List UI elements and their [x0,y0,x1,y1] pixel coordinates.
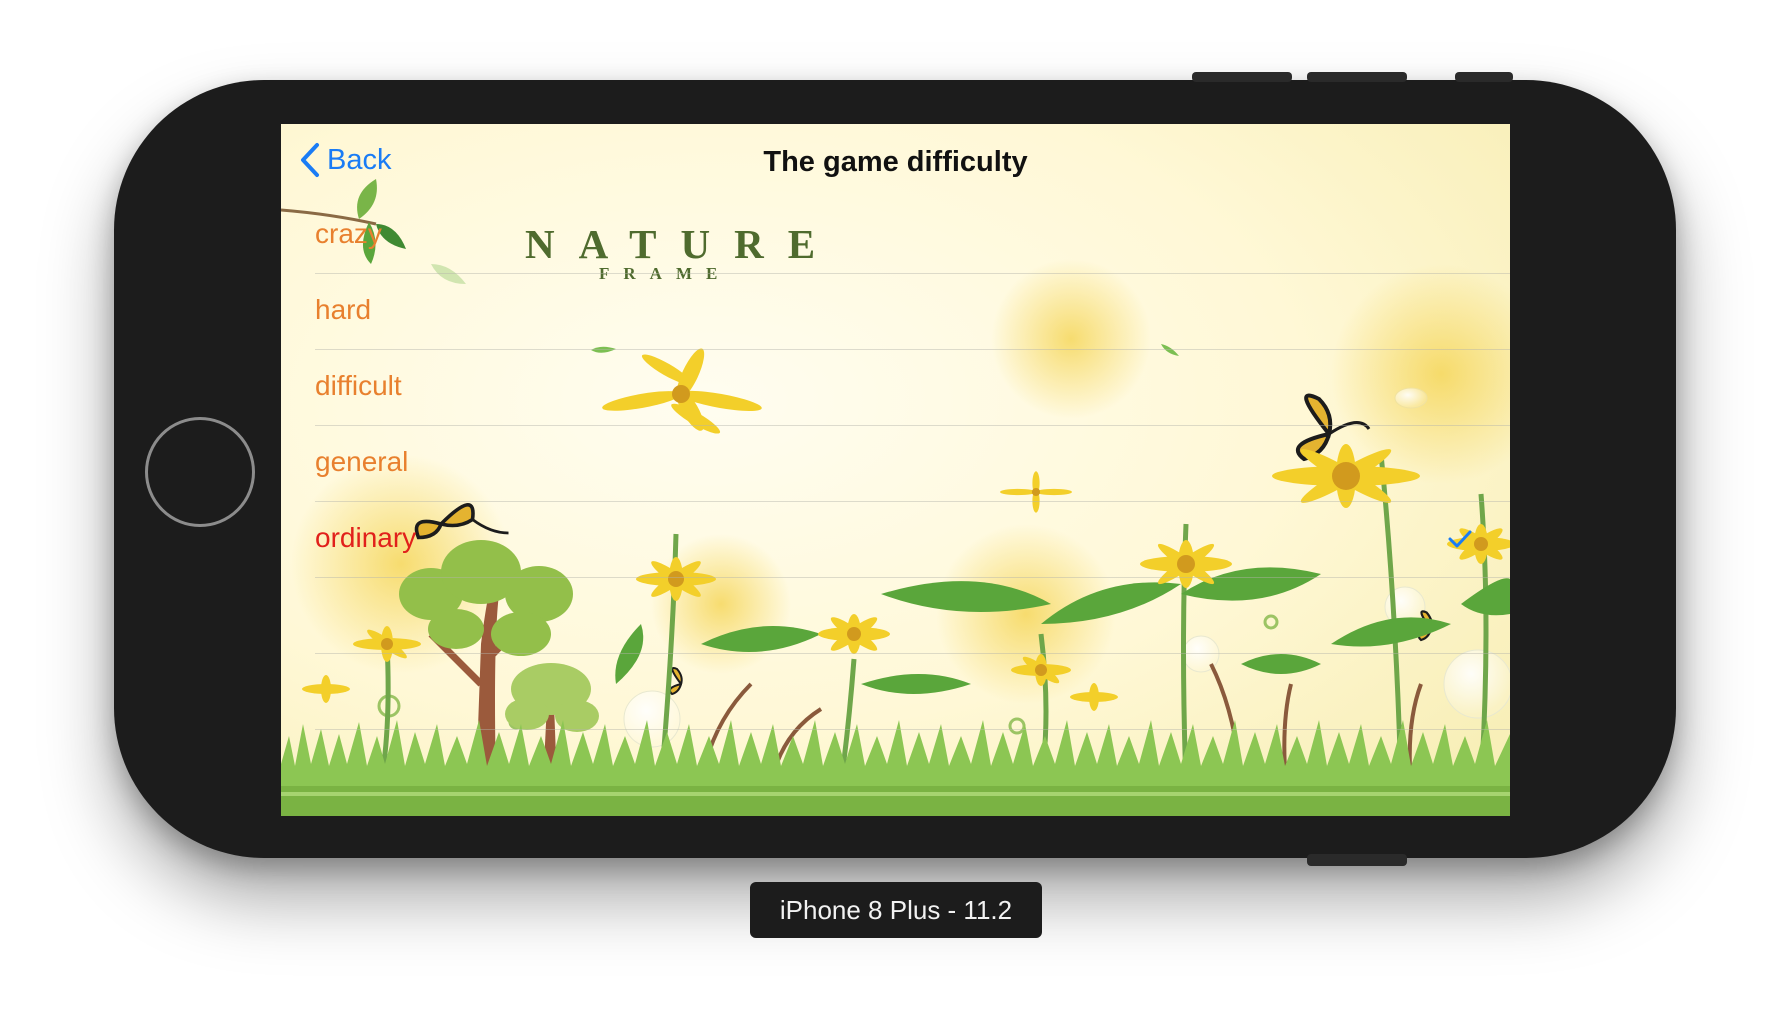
difficulty-table: crazy hard difficult general ordinary [281,198,1510,730]
checkmark-icon [1448,530,1472,548]
mute-switch [1455,72,1513,82]
difficulty-label: general [315,446,409,477]
simulator-device-caption: iPhone 8 Plus - 11.2 [750,882,1042,938]
empty-row [315,654,1510,730]
empty-row [315,578,1510,654]
power-button [1307,854,1407,866]
difficulty-row-ordinary[interactable]: ordinary [315,502,1510,578]
page-title: The game difficulty [763,146,1028,178]
difficulty-label: difficult [315,370,402,401]
navigation-bar: Back The game difficulty [281,124,1510,198]
app-screen: NATURE FRAME Back The game difficulty cr… [281,124,1510,816]
volume-up-button [1192,72,1292,82]
home-button[interactable] [145,417,255,527]
difficulty-row-hard[interactable]: hard [315,274,1510,350]
difficulty-label: hard [315,294,372,325]
volume-down-button [1307,72,1407,82]
difficulty-row-difficult[interactable]: difficult [315,350,1510,426]
difficulty-row-general[interactable]: general [315,426,1510,502]
difficulty-label: ordinary [315,522,417,553]
difficulty-row-crazy[interactable]: crazy [315,198,1510,274]
difficulty-label: crazy [315,218,382,249]
